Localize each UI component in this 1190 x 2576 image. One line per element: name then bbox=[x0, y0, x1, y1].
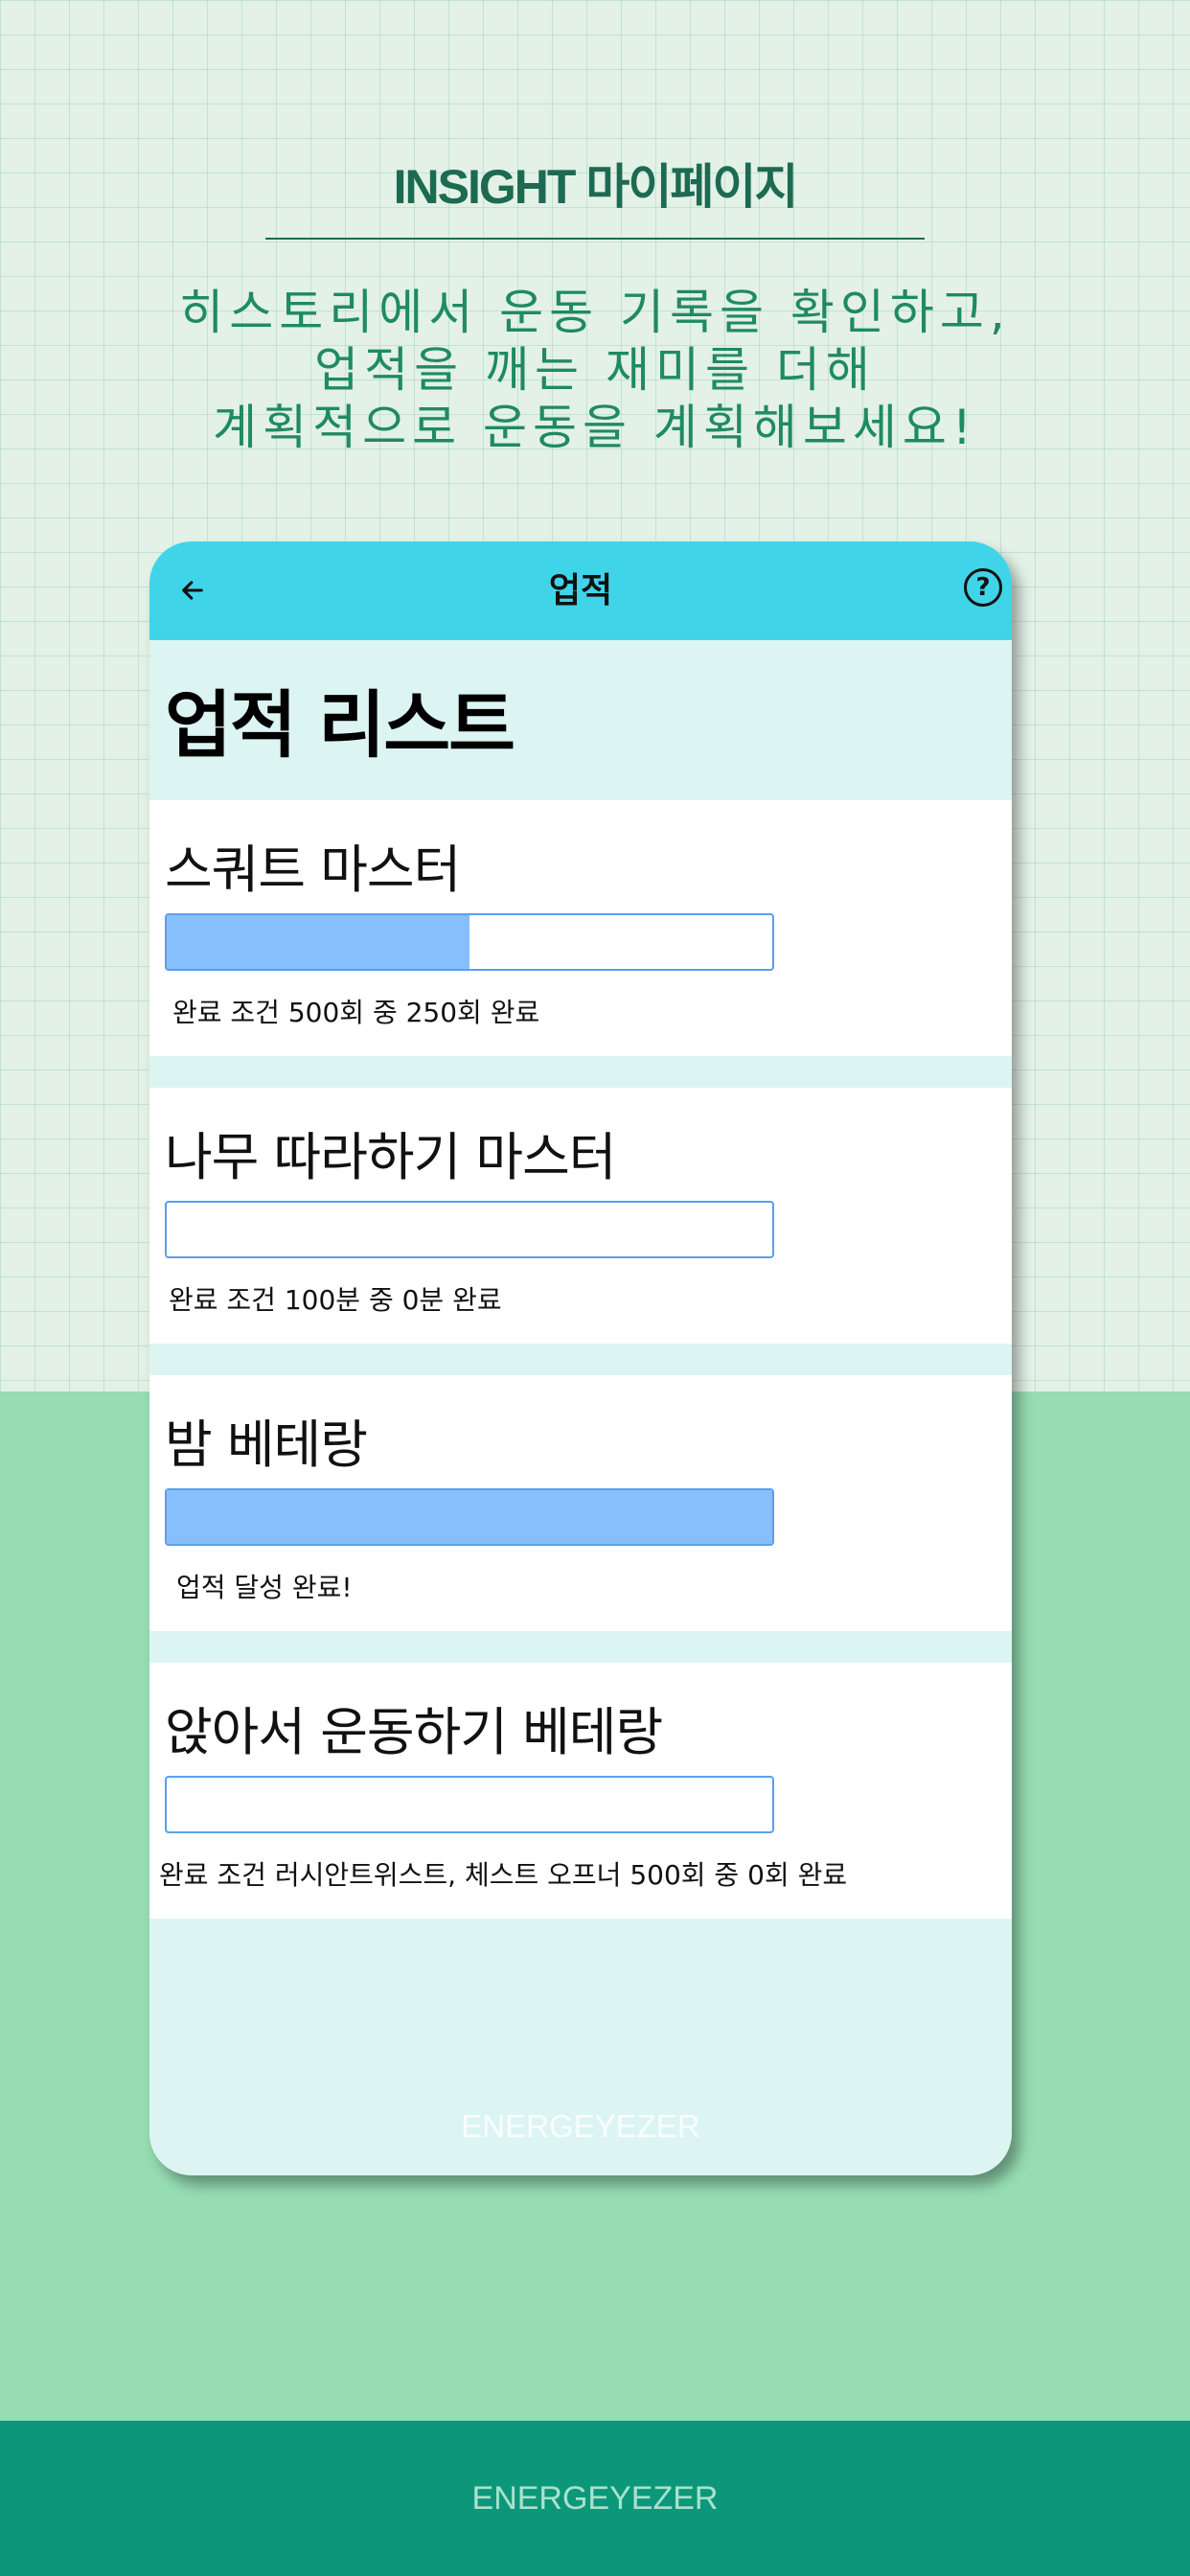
footer-brand: ENERGEYEZER bbox=[471, 2479, 719, 2517]
page-heading: 업적 리스트 bbox=[165, 682, 515, 768]
hero-description-line: 계획적으로 운동을 계획해보세요! bbox=[213, 400, 977, 455]
app-bar-title: 업적 bbox=[548, 571, 613, 610]
progress-bar-fill bbox=[167, 1490, 772, 1544]
achievement-title: 스쿼트 마스터 bbox=[165, 840, 461, 900]
hero-description-line: 히스토리에서 운동 기록을 확인하고, bbox=[179, 285, 1011, 340]
watermark: ENERGEYEZER bbox=[461, 2108, 700, 2144]
question-circle-icon: ? bbox=[975, 573, 991, 602]
help-button[interactable]: ? bbox=[964, 568, 1002, 607]
app-bar: 업적 ? bbox=[149, 541, 1012, 640]
achievement-progress-bar bbox=[165, 1776, 774, 1833]
hero-title: INSIGHT 마이페이지 bbox=[393, 160, 799, 214]
progress-bar-fill bbox=[167, 915, 469, 969]
arrow-left-icon bbox=[182, 581, 203, 600]
achievement-progress-bar bbox=[165, 1201, 774, 1258]
achievement-card[interactable]: 앉아서 운동하기 베테랑 완료 조건 러시안트위스트, 체스트 오프너 500회… bbox=[149, 1663, 1012, 1919]
phone-mockup: 업적 ? 업적 리스트 스쿼트 마스터 완료 조건 500회 중 250회 완료… bbox=[149, 541, 1012, 2175]
achievement-note: 완료 조건 500회 중 250회 완료 bbox=[172, 997, 540, 1028]
back-button[interactable] bbox=[169, 566, 217, 614]
achievement-note: 업적 달성 완료! bbox=[176, 1572, 353, 1603]
achievement-note: 완료 조건 100분 중 0분 완료 bbox=[169, 1284, 502, 1316]
achievement-progress-bar bbox=[165, 1488, 774, 1546]
achievement-card[interactable]: 나무 따라하기 마스터 완료 조건 100분 중 0분 완료 bbox=[149, 1088, 1012, 1344]
achievement-title: 앉아서 운동하기 베테랑 bbox=[165, 1702, 663, 1762]
achievement-progress-bar bbox=[165, 913, 774, 971]
hero-description: 히스토리에서 운동 기록을 확인하고, 업적을 깨는 재미를 더해 계획적으로 … bbox=[0, 284, 1190, 456]
hero-divider bbox=[265, 238, 925, 240]
achievement-title: 나무 따라하기 마스터 bbox=[165, 1127, 616, 1187]
achievement-title: 밤 베테랑 bbox=[165, 1414, 368, 1475]
achievement-card[interactable]: 스쿼트 마스터 완료 조건 500회 중 250회 완료 bbox=[149, 800, 1012, 1056]
achievement-note: 완료 조건 러시안트위스트, 체스트 오프너 500회 중 0회 완료 bbox=[159, 1859, 848, 1891]
hero-description-line: 업적을 깨는 재미를 더해 bbox=[314, 342, 876, 398]
achievement-card[interactable]: 밤 베테랑 업적 달성 완료! bbox=[149, 1375, 1012, 1631]
footer: ENERGEYEZER bbox=[0, 2421, 1190, 2576]
